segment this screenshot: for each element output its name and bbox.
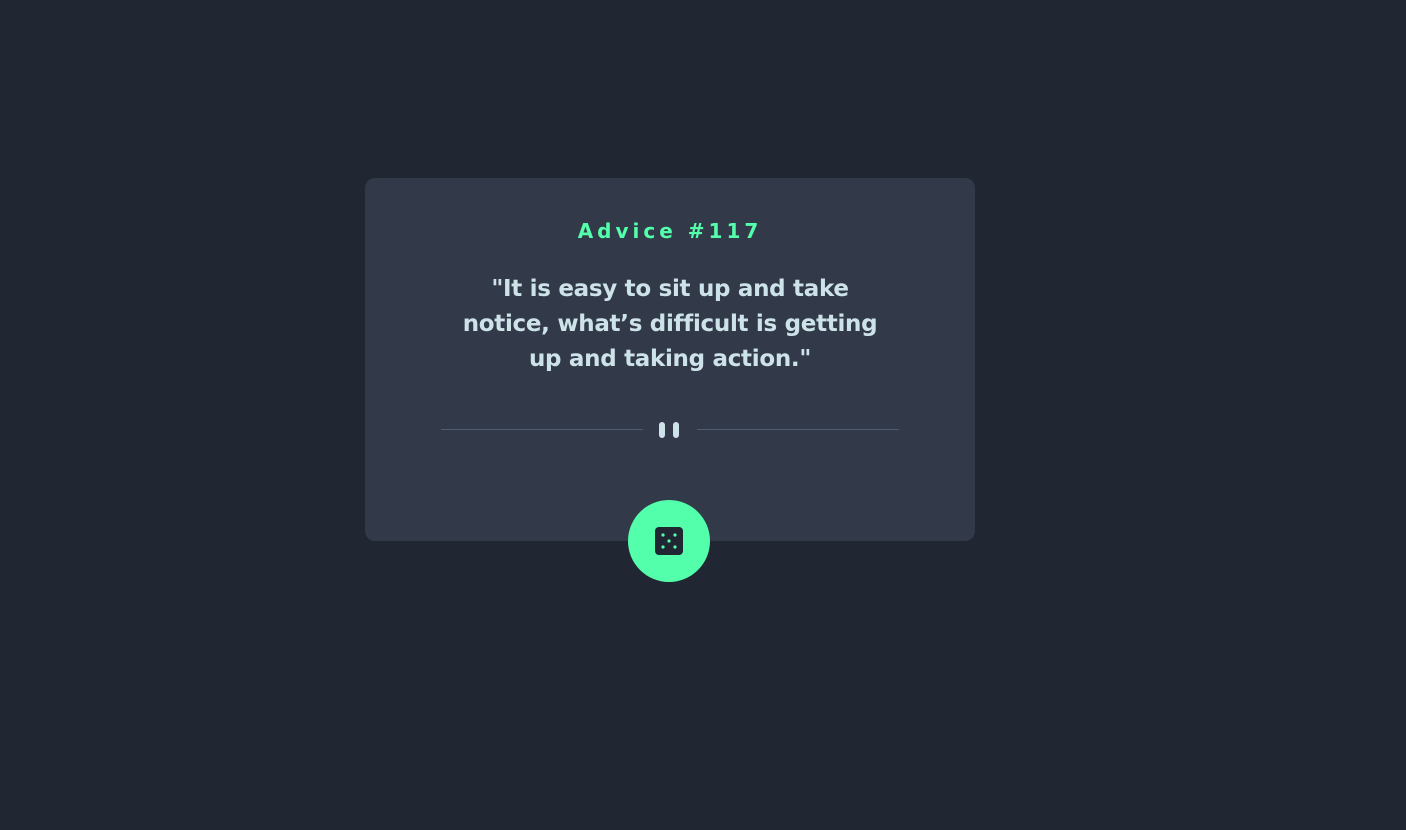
dice-icon [655, 527, 683, 555]
advice-card: Advice #117 "It is easy to sit up and ta… [365, 178, 975, 541]
pause-icon [659, 422, 681, 438]
new-advice-button[interactable] [628, 500, 710, 582]
divider-line-left [441, 429, 643, 430]
advice-id: Advice #117 [577, 219, 763, 243]
advice-quote: "It is easy to sit up and take notice, w… [462, 276, 878, 372]
divider [441, 418, 899, 442]
page: Advice #117 "It is easy to sit up and ta… [0, 0, 1406, 830]
divider-line-right [697, 429, 899, 430]
